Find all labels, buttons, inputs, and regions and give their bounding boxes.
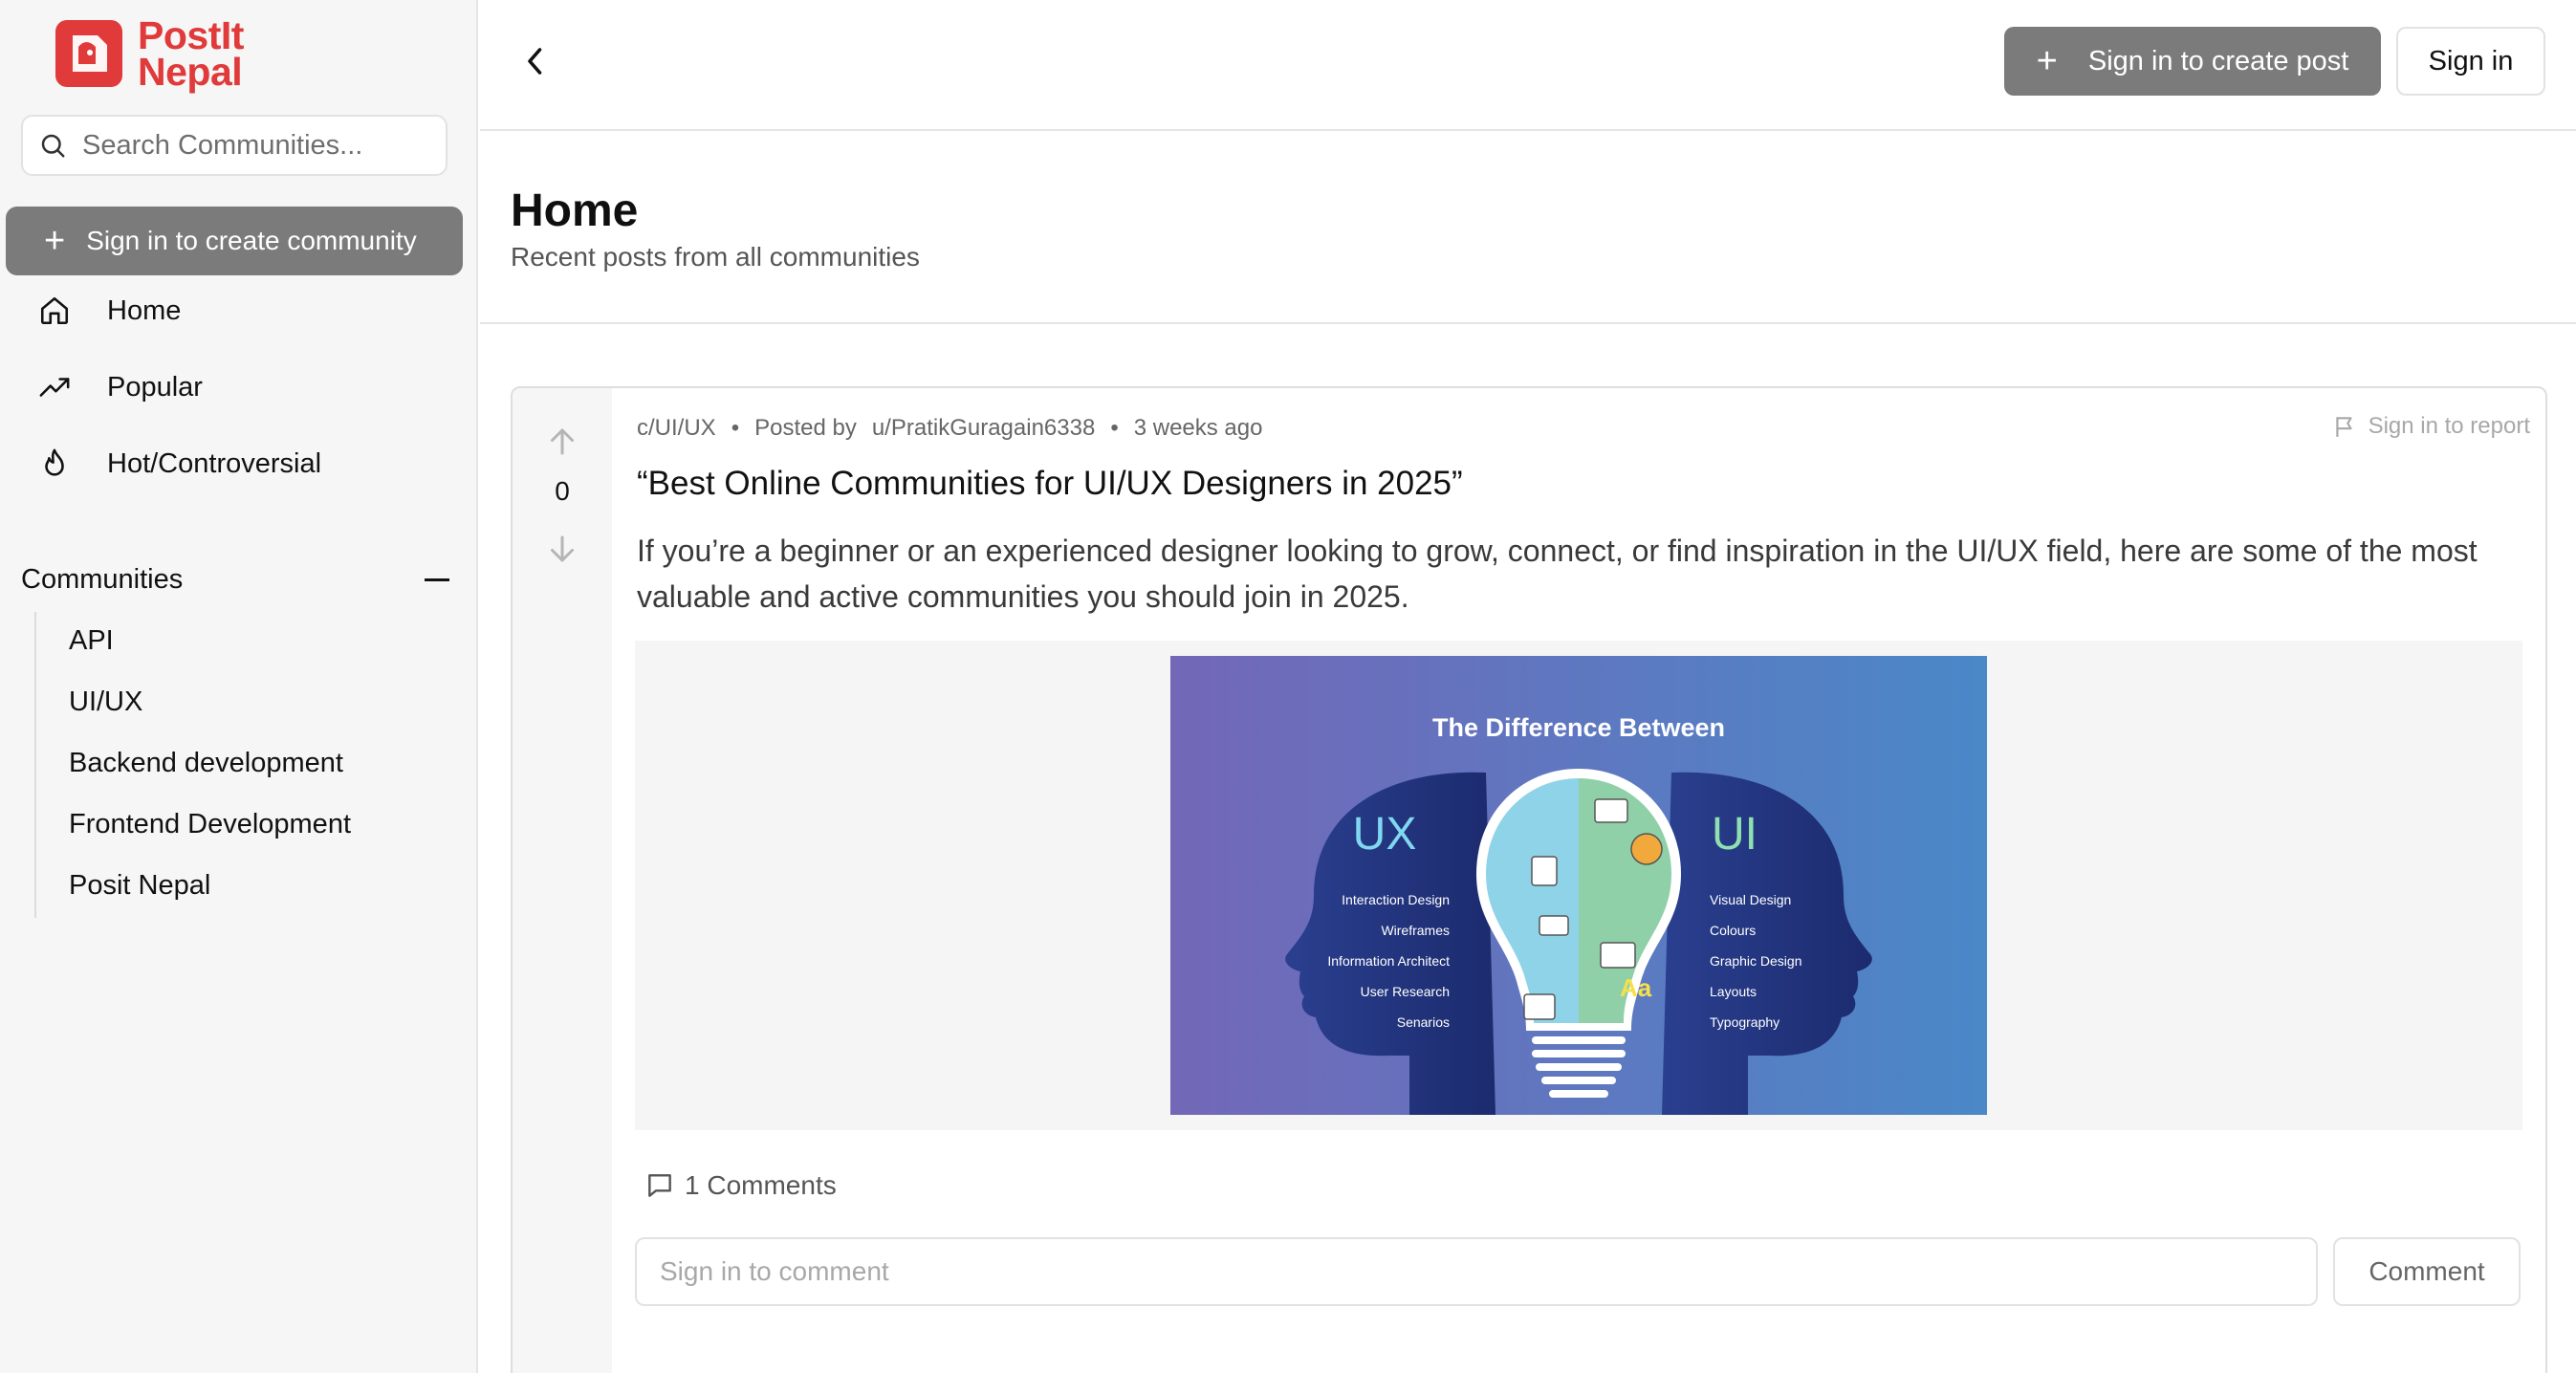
ux-item: User Research — [1361, 984, 1450, 999]
communities-list: API UI/UX Backend development Frontend D… — [34, 612, 351, 918]
community-item[interactable]: Backend development — [69, 748, 343, 779]
nav-item-popular[interactable]: Popular — [38, 371, 203, 403]
top-bar: + Sign in to create post Sign in — [480, 0, 2576, 131]
collapse-icon[interactable] — [425, 578, 449, 581]
nav-label-popular: Popular — [107, 371, 203, 403]
ui-item: Layouts — [1710, 984, 1757, 999]
post-time: 3 weeks ago — [1133, 415, 1263, 441]
post-image[interactable]: The Difference Between Aa UX UI Interact… — [1170, 656, 1987, 1115]
meta-separator: • — [1110, 415, 1119, 441]
ui-item: Colours — [1710, 923, 1756, 938]
post-body: If you’re a beginner or an experienced d… — [637, 534, 2478, 614]
ux-item: Senarios — [1397, 1014, 1450, 1030]
vote-column: 0 — [513, 388, 612, 1373]
logo[interactable]: PostIt Nepal — [54, 13, 244, 94]
community-item[interactable]: Frontend Development — [69, 809, 351, 840]
nav-item-home[interactable]: Home — [38, 294, 181, 327]
comment-input[interactable] — [635, 1237, 2318, 1306]
ux-item: Information Architect — [1327, 953, 1450, 969]
comment-icon — [648, 1174, 671, 1197]
create-post-button[interactable]: + Sign in to create post — [2004, 27, 2381, 96]
flag-icon — [2335, 417, 2352, 437]
image-heading: The Difference Between — [1432, 713, 1725, 742]
home-icon — [40, 296, 69, 325]
post-title[interactable]: “Best Online Communities for UI/UX Desig… — [637, 465, 1463, 503]
page-title: Home — [511, 185, 639, 236]
search-icon — [41, 134, 65, 158]
post-card: 0 c/UI/UX • Posted by u/PratikGuragain63… — [511, 386, 2547, 1373]
logo-line-2: Nepal — [138, 50, 243, 94]
comments-link[interactable]: 1 Comments — [644, 1170, 837, 1201]
logo-icon — [55, 20, 122, 87]
post-author-link[interactable]: u/PratikGuragain6338 — [872, 415, 1095, 442]
flame-icon — [45, 448, 64, 476]
ux-item: Interaction Design — [1342, 892, 1450, 907]
communities-header[interactable]: Communities — [21, 564, 449, 596]
comment-button[interactable]: Comment — [2333, 1237, 2521, 1306]
svg-text:Aa: Aa — [1620, 973, 1652, 1002]
vote-score: 0 — [555, 476, 570, 506]
downvote-icon[interactable] — [545, 530, 579, 568]
ui-item: Graphic Design — [1710, 953, 1802, 969]
posted-by-label: Posted by — [754, 415, 857, 441]
meta-separator: • — [731, 415, 740, 441]
comments-count-label: 1 Comments — [685, 1170, 837, 1200]
community-item[interactable]: API — [69, 625, 114, 657]
logo-line-1: PostIt — [138, 13, 244, 57]
nav-label-home: Home — [107, 294, 182, 326]
communities-title: Communities — [21, 564, 184, 595]
sign-in-button[interactable]: Sign in — [2396, 27, 2545, 96]
plus-icon: + — [44, 221, 66, 261]
community-item[interactable]: UI/UX — [69, 686, 142, 718]
search-input[interactable] — [82, 129, 436, 162]
create-community-label: Sign in to create community — [86, 226, 417, 255]
nav-label-hot: Hot/Controversial — [107, 447, 322, 479]
trending-up-icon — [39, 378, 70, 397]
ui-item: Typography — [1710, 1014, 1779, 1030]
page-header: Home Recent posts from all communities — [480, 131, 2576, 324]
post-image-container: The Difference Between Aa UX UI Interact… — [635, 641, 2522, 1130]
create-community-button[interactable]: + Sign in to create community — [6, 207, 463, 275]
ui-title: UI — [1712, 809, 1757, 860]
create-post-label: Sign in to create post — [2087, 45, 2349, 76]
post-meta: c/UI/UX • Posted by u/PratikGuragain6338… — [637, 415, 1262, 442]
back-icon[interactable] — [518, 42, 553, 80]
report-button[interactable]: Sign in to report — [2332, 413, 2530, 440]
upvote-icon[interactable] — [545, 423, 579, 461]
sidebar: PostIt Nepal + Sign in to create communi… — [0, 0, 478, 1373]
page-subtitle: Recent posts from all communities — [511, 242, 920, 272]
post-community-link[interactable]: c/UI/UX — [637, 415, 716, 442]
ui-item: Visual Design — [1710, 892, 1791, 907]
search-box[interactable] — [21, 115, 448, 176]
logo-text: PostIt Nepal — [138, 13, 244, 94]
ux-title: UX — [1353, 809, 1417, 860]
community-item[interactable]: Posit Nepal — [69, 870, 210, 902]
ux-item: Wireframes — [1381, 923, 1450, 938]
nav-item-hot[interactable]: Hot/Controversial — [38, 447, 321, 480]
plus-icon: + — [2036, 40, 2058, 81]
report-label: Sign in to report — [2368, 413, 2530, 439]
